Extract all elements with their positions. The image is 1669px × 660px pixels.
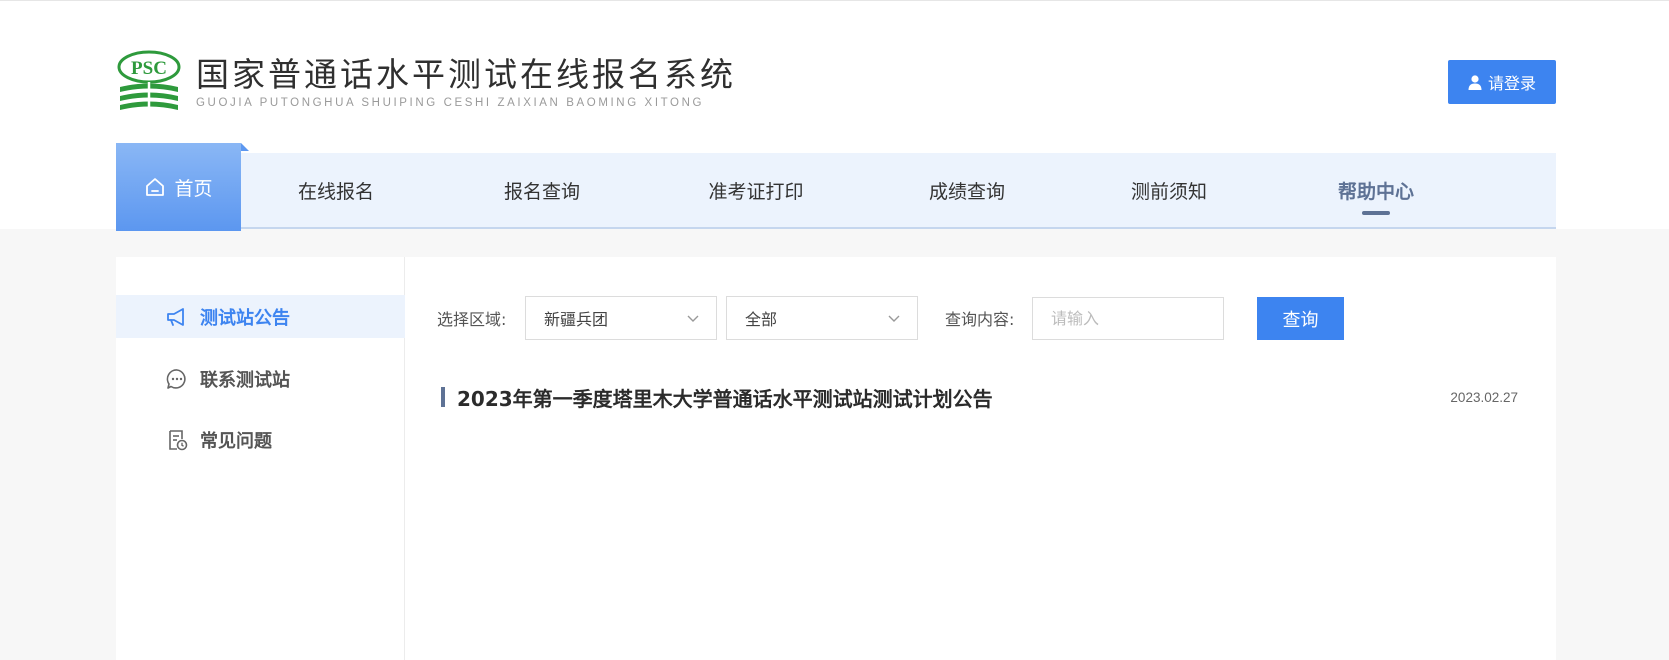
chevron-down-icon — [888, 315, 900, 322]
megaphone-icon — [167, 307, 184, 326]
content-card: 测试站公告 联系测试站 常见问题 选择区域: 新疆兵团 全部 查询内容: 请输入… — [116, 257, 1556, 660]
site-title: 国家普通话水平测试在线报名系统 — [196, 55, 736, 94]
sub-region-select[interactable]: 全部 — [726, 296, 918, 340]
nav-item-score-query[interactable]: 成绩查询 — [907, 153, 1027, 227]
nav-item-help-center[interactable]: 帮助中心 — [1311, 153, 1441, 227]
nav-item-admission-ticket-print[interactable]: 准考证打印 — [686, 153, 826, 227]
faq-document-icon — [169, 429, 188, 450]
nav-item-home[interactable]: 首页 — [116, 143, 249, 231]
login-label: 请登录 — [1487, 76, 1536, 93]
article-date: 2023.02.27 — [1450, 389, 1518, 405]
list-item[interactable]: 2023年第一季度塔里木大学普通话水平测试站测试计划公告 2023.02.27 — [441, 379, 1518, 415]
article-title[interactable]: 2023年第一季度塔里木大学普通话水平测试站测试计划公告 — [457, 383, 1450, 412]
sidebar-item-label: 测试站公告 — [200, 307, 290, 329]
psc-logo-icon: PSC — [116, 50, 182, 114]
logo-text: PSC — [131, 58, 167, 79]
sidebar-item-faq[interactable]: 常见问题 — [116, 418, 405, 461]
user-icon — [1468, 74, 1482, 90]
sidebar-item-contact-station[interactable]: 联系测试站 — [116, 357, 405, 400]
region-select-value: 新疆兵团 — [544, 310, 609, 329]
site-title-pinyin: GUOJIA PUTONGHUA SHUIPING CESHI ZAIXIAN … — [196, 97, 705, 109]
sidebar-item-station-announcements[interactable]: 测试站公告 — [116, 295, 405, 338]
site-logo[interactable]: PSC 国家普通话水平测试在线报名系统 GUOJIA PUTONGHUA SHU… — [116, 50, 736, 114]
title-marker — [441, 387, 445, 407]
sidebar-item-label: 常见问题 — [200, 430, 272, 452]
region-label: 选择区域: — [437, 309, 507, 329]
sidebar-item-label: 联系测试站 — [200, 369, 290, 391]
chat-icon — [166, 368, 186, 389]
sub-region-select-value: 全部 — [745, 310, 778, 329]
login-button[interactable]: 请登录 — [1448, 60, 1556, 104]
nav-item-pre-test-notice[interactable]: 测前须知 — [1109, 153, 1229, 227]
chevron-down-icon — [687, 315, 699, 322]
nav-item-online-registration[interactable]: 在线报名 — [276, 153, 396, 227]
nav-item-registration-query[interactable]: 报名查询 — [482, 153, 602, 227]
help-sidebar: 测试站公告 联系测试站 常见问题 — [116, 257, 405, 660]
main-nav: 首页 在线报名 报名查询 准考证打印 成绩查询 测前须知 帮助中心 — [116, 143, 1556, 231]
home-icon — [146, 178, 165, 196]
search-input[interactable] — [1032, 297, 1224, 340]
region-select[interactable]: 新疆兵团 — [525, 296, 717, 340]
nav-home-label: 首页 — [174, 177, 213, 200]
query-button[interactable]: 查询 — [1257, 297, 1344, 340]
query-label: 查询内容: — [945, 309, 1015, 329]
